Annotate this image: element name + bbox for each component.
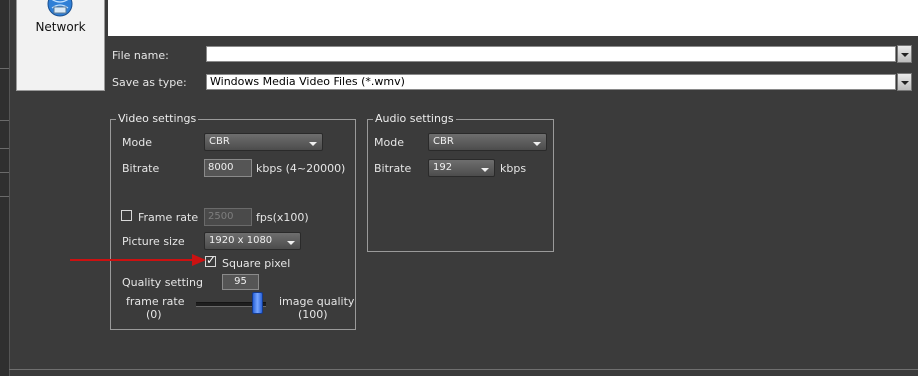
video-mode-label: Mode bbox=[122, 136, 152, 149]
file-name-dropdown-button[interactable] bbox=[897, 45, 912, 63]
slider-right-label: image quality bbox=[279, 295, 355, 308]
audio-mode-value: CBR bbox=[433, 136, 454, 147]
video-bitrate-input[interactable]: 8000 bbox=[204, 159, 252, 177]
audio-bitrate-value: 192 bbox=[433, 162, 453, 173]
frame-rate-input[interactable]: 2500 bbox=[204, 208, 252, 226]
slider-left-value: (0) bbox=[146, 308, 162, 321]
video-mode-select[interactable]: CBR bbox=[204, 133, 323, 151]
video-bitrate-unit: kbps (4~20000) bbox=[256, 162, 346, 175]
chevron-down-icon bbox=[481, 168, 489, 172]
save-as-type-dropdown-button[interactable] bbox=[897, 73, 912, 91]
frame-rate-checkbox[interactable] bbox=[121, 210, 132, 221]
frame-rate-label: Frame rate bbox=[138, 211, 199, 224]
audio-bitrate-unit: kbps bbox=[500, 162, 527, 175]
chevron-down-icon bbox=[901, 53, 909, 57]
quality-slider-thumb[interactable] bbox=[252, 292, 263, 314]
frame-rate-unit: fps(x100) bbox=[256, 211, 309, 224]
picture-size-value: 1920 x 1080 bbox=[209, 235, 273, 246]
save-as-type-select[interactable]: Windows Media Video Files (*.wmv) bbox=[206, 74, 896, 90]
chevron-down-icon bbox=[287, 241, 295, 245]
audio-mode-select[interactable]: CBR bbox=[428, 133, 547, 151]
file-list-area[interactable] bbox=[108, 0, 918, 36]
audio-settings-title: Audio settings bbox=[373, 112, 456, 125]
left-panel-strip bbox=[0, 0, 10, 376]
network-label: Network bbox=[35, 20, 86, 34]
file-name-input[interactable] bbox=[206, 46, 896, 62]
picture-size-label: Picture size bbox=[122, 235, 185, 248]
places-network-item[interactable]: Network bbox=[16, 0, 105, 91]
video-settings-title: Video settings bbox=[116, 112, 199, 125]
chevron-down-icon bbox=[533, 142, 541, 146]
divider bbox=[9, 369, 918, 370]
slider-left-label: frame rate bbox=[126, 295, 185, 308]
square-pixel-label: Square pixel bbox=[222, 257, 291, 270]
slider-right-value: (100) bbox=[298, 308, 328, 321]
audio-bitrate-label: Bitrate bbox=[374, 162, 412, 175]
video-bitrate-label: Bitrate bbox=[122, 162, 160, 175]
save-as-type-label: Save as type: bbox=[112, 76, 187, 89]
picture-size-select[interactable]: 1920 x 1080 bbox=[204, 232, 301, 250]
quality-setting-value[interactable]: 95 bbox=[222, 274, 259, 290]
quality-setting-label: Quality setting bbox=[122, 276, 203, 289]
audio-mode-label: Mode bbox=[374, 136, 404, 149]
audio-bitrate-select[interactable]: 192 bbox=[428, 159, 495, 177]
chevron-down-icon bbox=[901, 81, 909, 85]
file-name-label: File name: bbox=[112, 49, 169, 62]
red-arrow-icon bbox=[70, 254, 206, 266]
chevron-down-icon bbox=[309, 142, 317, 146]
video-mode-value: CBR bbox=[209, 136, 230, 147]
network-icon bbox=[47, 0, 73, 17]
